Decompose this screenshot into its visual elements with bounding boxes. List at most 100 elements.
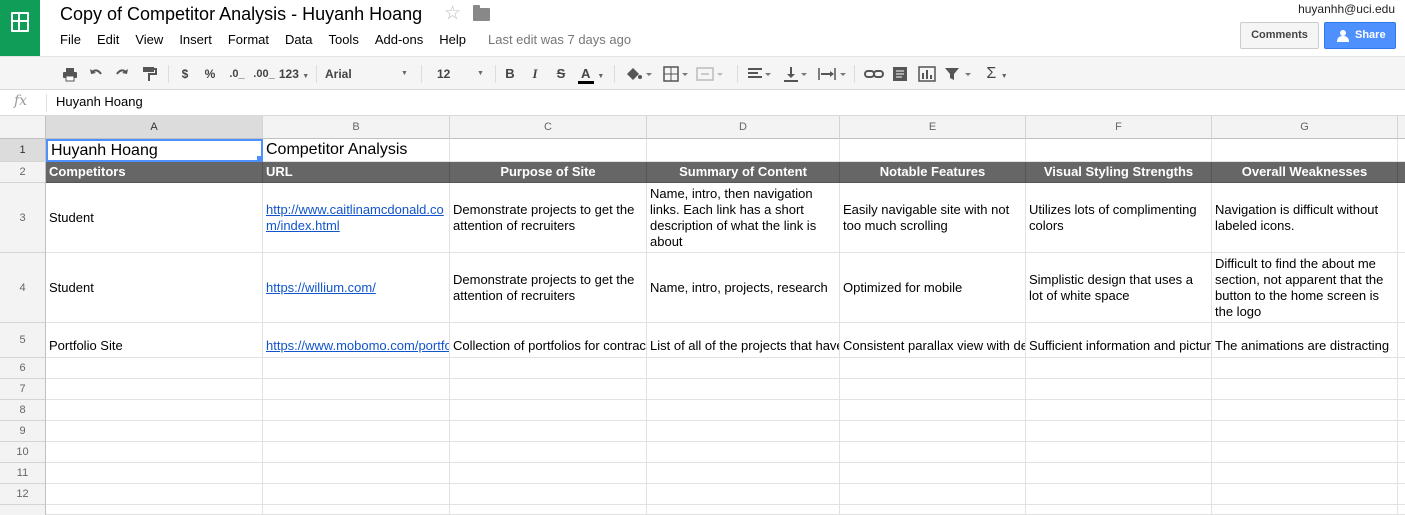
- insert-chart-icon[interactable]: [917, 65, 937, 83]
- cell-g8[interactable]: [1212, 400, 1398, 421]
- row-header-13[interactable]: [0, 505, 46, 515]
- select-all-corner[interactable]: [0, 116, 46, 139]
- cell-g4[interactable]: Difficult to find the about me section, …: [1212, 253, 1398, 323]
- cell-a5[interactable]: Portfolio Site: [46, 323, 263, 358]
- decrease-decimals-button[interactable]: .0_: [227, 65, 247, 83]
- column-header-a[interactable]: A: [46, 116, 263, 139]
- cell-a9[interactable]: [46, 421, 263, 442]
- number-format-dropdown[interactable]: 123 ▼: [277, 65, 311, 83]
- cell-b10[interactable]: [263, 442, 450, 463]
- cell-f5[interactable]: Sufficient information and pictures: [1026, 323, 1212, 358]
- header-competitors[interactable]: Competitors: [46, 162, 263, 183]
- row-header-2[interactable]: 2: [0, 162, 46, 183]
- cell-b12[interactable]: [263, 484, 450, 505]
- cell-f12[interactable]: [1026, 484, 1212, 505]
- cell-f6[interactable]: [1026, 358, 1212, 379]
- cell-d8[interactable]: [647, 400, 840, 421]
- cell-f9[interactable]: [1026, 421, 1212, 442]
- cell-h7[interactable]: [1398, 379, 1405, 400]
- menu-format[interactable]: Format: [228, 32, 269, 48]
- cell-a7[interactable]: [46, 379, 263, 400]
- cell-f8[interactable]: [1026, 400, 1212, 421]
- cell-g1[interactable]: [1212, 139, 1398, 162]
- cell-d1[interactable]: [647, 139, 840, 162]
- cell-f13[interactable]: [1026, 505, 1212, 515]
- sheets-logo-icon[interactable]: [0, 0, 40, 56]
- cell-g9[interactable]: [1212, 421, 1398, 442]
- cell-d11[interactable]: [647, 463, 840, 484]
- cell-h5[interactable]: [1398, 323, 1405, 358]
- cell-a8[interactable]: [46, 400, 263, 421]
- font-size-dropdown[interactable]: 12 ▼: [437, 65, 487, 83]
- cell-a3[interactable]: Student: [46, 183, 263, 253]
- menu-tools[interactable]: Tools: [328, 32, 358, 48]
- cell-f3[interactable]: Utilizes lots of complimenting colors: [1026, 183, 1212, 253]
- cell-b6[interactable]: [263, 358, 450, 379]
- cell-b8[interactable]: [263, 400, 450, 421]
- menu-file[interactable]: File: [60, 32, 81, 48]
- column-header-f[interactable]: F: [1026, 116, 1212, 139]
- cell-c5[interactable]: Collection of portfolios for contractors: [450, 323, 647, 358]
- cell-c1[interactable]: [450, 139, 647, 162]
- menu-view[interactable]: View: [135, 32, 163, 48]
- cell-b7[interactable]: [263, 379, 450, 400]
- font-family-dropdown[interactable]: Arial ▼: [325, 65, 411, 83]
- cell-d5[interactable]: List of all of the projects that have be…: [647, 323, 840, 358]
- cell-d10[interactable]: [647, 442, 840, 463]
- header-summary-of-content[interactable]: Summary of Content: [647, 162, 840, 183]
- menu-data[interactable]: Data: [285, 32, 312, 48]
- column-header-d[interactable]: D: [647, 116, 840, 139]
- cell-c3[interactable]: Demonstrate projects to get the attentio…: [450, 183, 647, 253]
- cell-a10[interactable]: [46, 442, 263, 463]
- row-header-7[interactable]: 7: [0, 379, 46, 400]
- paint-format-icon[interactable]: [141, 65, 157, 83]
- column-header-h[interactable]: [1398, 116, 1405, 139]
- cell-b9[interactable]: [263, 421, 450, 442]
- cell-g5[interactable]: The animations are distracting: [1212, 323, 1398, 358]
- cell-c12[interactable]: [450, 484, 647, 505]
- user-email[interactable]: huyanhh@uci.edu: [1298, 2, 1395, 16]
- column-header-b[interactable]: B: [263, 116, 450, 139]
- cell-e7[interactable]: [840, 379, 1026, 400]
- borders-icon[interactable]: [662, 65, 690, 83]
- cell-e10[interactable]: [840, 442, 1026, 463]
- fill-color-icon[interactable]: [624, 65, 652, 83]
- vertical-align-icon[interactable]: [782, 65, 808, 83]
- cell-h4[interactable]: [1398, 253, 1405, 323]
- column-header-g[interactable]: G: [1212, 116, 1398, 139]
- italic-button[interactable]: I: [528, 65, 542, 83]
- cell-e8[interactable]: [840, 400, 1026, 421]
- cell-f11[interactable]: [1026, 463, 1212, 484]
- cell-f7[interactable]: [1026, 379, 1212, 400]
- folder-icon[interactable]: [473, 5, 490, 21]
- cell-a4[interactable]: Student: [46, 253, 263, 323]
- cell-d13[interactable]: [647, 505, 840, 515]
- horizontal-align-icon[interactable]: [746, 65, 772, 83]
- cell-e4[interactable]: Optimized for mobile: [840, 253, 1026, 323]
- merge-cells-icon[interactable]: [695, 65, 725, 83]
- cell-h6[interactable]: [1398, 358, 1405, 379]
- cell-d4[interactable]: Name, intro, projects, research: [647, 253, 840, 323]
- cell-h10[interactable]: [1398, 442, 1405, 463]
- column-header-c[interactable]: C: [450, 116, 647, 139]
- header-visual-styling-strengths[interactable]: Visual Styling Strengths: [1026, 162, 1212, 183]
- cell-a6[interactable]: [46, 358, 263, 379]
- row-header-11[interactable]: 11: [0, 463, 46, 484]
- cell-h13[interactable]: [1398, 505, 1405, 515]
- cell-e6[interactable]: [840, 358, 1026, 379]
- cell-c6[interactable]: [450, 358, 647, 379]
- menu-help[interactable]: Help: [439, 32, 466, 48]
- cell-b1[interactable]: Competitor Analysis: [263, 139, 450, 162]
- cell-a13[interactable]: [46, 505, 263, 515]
- functions-button[interactable]: Σ ▼: [982, 65, 1012, 83]
- cell-f4[interactable]: Simplistic design that uses a lot of whi…: [1026, 253, 1212, 323]
- cell-e9[interactable]: [840, 421, 1026, 442]
- document-title[interactable]: Copy of Competitor Analysis - Huyanh Hoa…: [60, 4, 422, 25]
- currency-format-button[interactable]: $: [178, 65, 192, 83]
- column-header-e[interactable]: E: [840, 116, 1026, 139]
- cell-e3[interactable]: Easily navigable site with not too much …: [840, 183, 1026, 253]
- cell-h9[interactable]: [1398, 421, 1405, 442]
- menu-add-ons[interactable]: Add-ons: [375, 32, 423, 48]
- cell-c9[interactable]: [450, 421, 647, 442]
- row-header-5[interactable]: 5: [0, 323, 46, 358]
